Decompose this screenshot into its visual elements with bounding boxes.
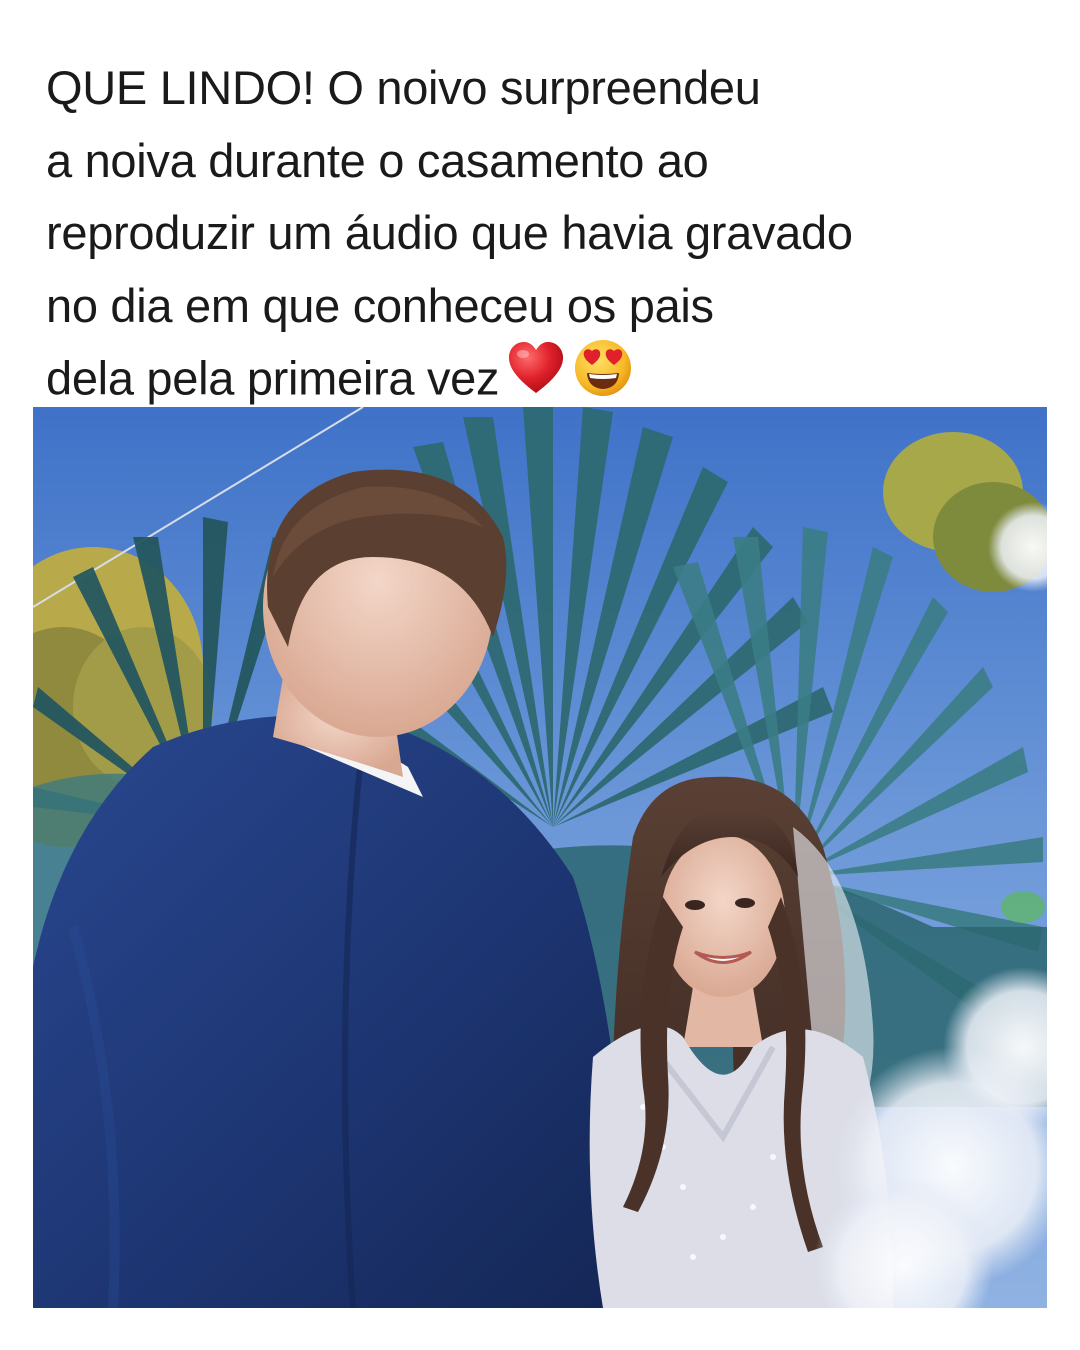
caption-line-1: QUE LINDO! O noivo surpreendeu [46, 61, 761, 114]
wedding-ceremony-photo [33, 407, 1047, 1308]
caption-line-2: a noiva durante o casamento ao [46, 133, 709, 187]
caption-line-3: reproduzir um áudio que havia gravado [46, 206, 853, 259]
caption-line-4: no dia em que conheceu os pais [46, 270, 1056, 343]
caption-line-5-text: dela pela primeira vez [46, 351, 500, 405]
caption-line-4-text: no dia em que conheceu os pais [46, 278, 714, 332]
post-caption: QUE LINDO! O noivo surpreendeu a noiva d… [46, 52, 1056, 423]
red-heart-icon [507, 341, 565, 416]
